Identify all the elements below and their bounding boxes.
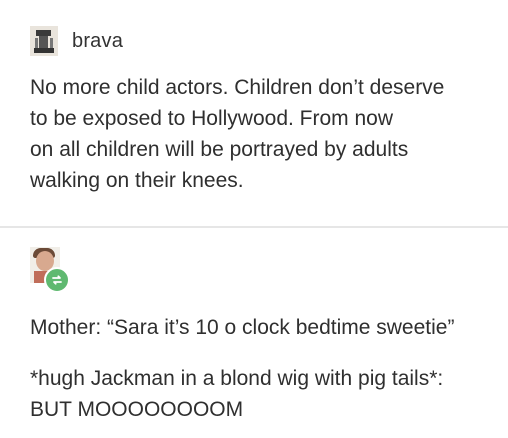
username-link[interactable]: brava bbox=[72, 30, 123, 53]
post-body-line: to be exposed to Hollywood. From now bbox=[30, 107, 394, 130]
avatar-icon[interactable] bbox=[30, 26, 58, 56]
reply-line: BUT MOOOOOOOOM bbox=[30, 398, 244, 421]
post-original: brava No more child actors. Children don… bbox=[0, 0, 508, 228]
reply-paragraph: Mother: “Sara it’s 10 o clock bedtime sw… bbox=[30, 312, 500, 343]
post-body-line: on all children will be portrayed by adu… bbox=[30, 138, 409, 161]
reply-line: Mother: “Sara it’s 10 o clock bedtime sw… bbox=[30, 316, 455, 339]
avatar-icon[interactable] bbox=[30, 247, 70, 293]
post-reblog: Mother: “Sara it’s 10 o clock bedtime sw… bbox=[0, 228, 508, 438]
reply-paragraph: *hugh Jackman in a blond wig with pig ta… bbox=[30, 363, 500, 425]
reply-line: *hugh Jackman in a blond wig with pig ta… bbox=[30, 367, 444, 390]
post-body-line: No more child actors. Children don’t des… bbox=[30, 76, 445, 99]
reblog-header bbox=[30, 246, 70, 294]
post-header: brava bbox=[30, 24, 123, 58]
reblog-icon bbox=[44, 267, 70, 293]
post-body-line: walking on their knees. bbox=[30, 169, 244, 192]
post-body: No more child actors. Children don’t des… bbox=[30, 72, 500, 196]
